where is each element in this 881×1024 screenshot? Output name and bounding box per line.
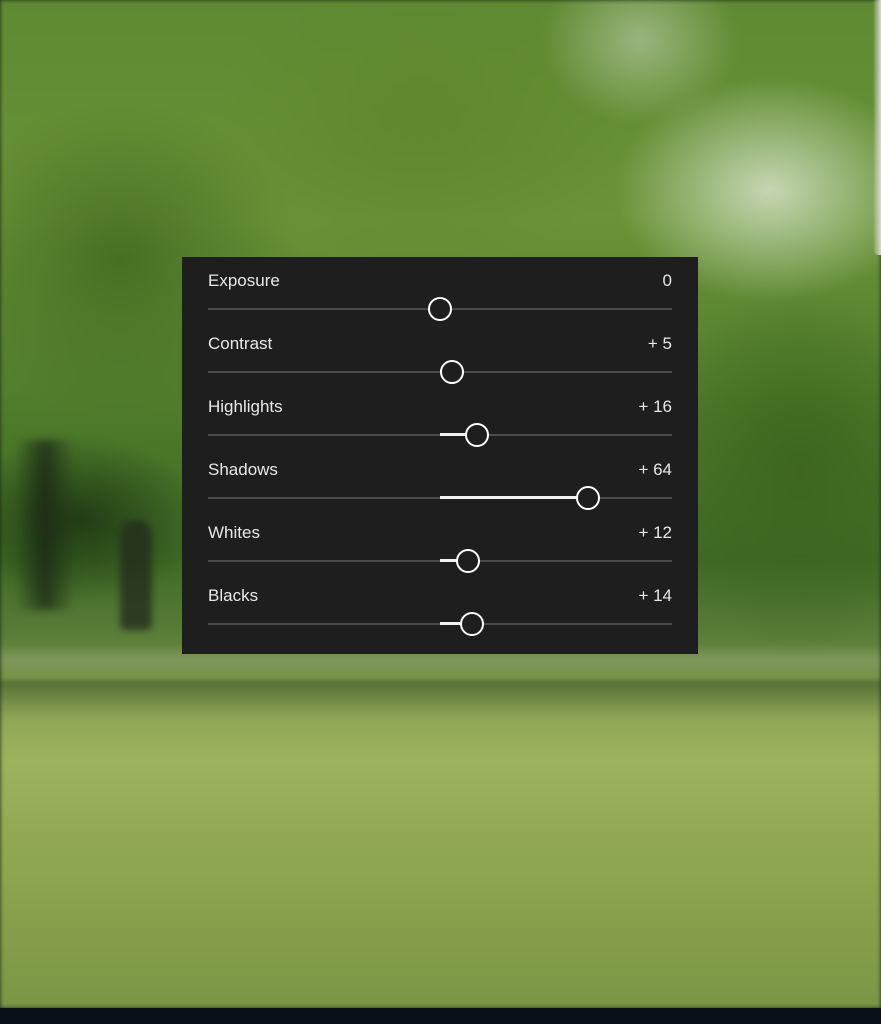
- slider-row-shadows: Shadows + 64: [208, 446, 672, 510]
- slider-value: + 14: [638, 586, 672, 605]
- bottom-bar: [0, 1008, 881, 1024]
- light-adjustment-panel: Exposure 0 Contrast + 5 Highlights + 16 …: [182, 257, 698, 654]
- slider-knob[interactable]: [576, 486, 601, 510]
- slider-row-blacks: Blacks + 14: [208, 572, 672, 636]
- slider-row-exposure: Exposure 0: [208, 257, 672, 321]
- slider-value: + 16: [638, 397, 672, 416]
- slider-knob[interactable]: [460, 612, 485, 636]
- tree-trunk: [15, 440, 75, 610]
- slider-label: Blacks: [208, 586, 259, 605]
- slider-row-highlights: Highlights + 16: [208, 383, 672, 447]
- slider-row-whites: Whites + 12: [208, 509, 672, 573]
- slider-value: + 12: [638, 523, 672, 542]
- slider-label: Whites: [208, 523, 260, 542]
- slider-label: Shadows: [208, 460, 278, 479]
- slider-label: Highlights: [208, 397, 283, 416]
- slider-label: Contrast: [208, 334, 273, 353]
- slider-value: 0: [662, 271, 672, 290]
- blurred-person: [120, 520, 152, 630]
- slider-label: Exposure: [208, 271, 280, 290]
- slider-fill: [440, 496, 589, 499]
- slider-value: + 64: [638, 460, 672, 479]
- slider-knob[interactable]: [428, 297, 452, 321]
- slider-knob[interactable]: [455, 549, 480, 573]
- edge-scroll-handle[interactable]: [873, 0, 881, 255]
- slider-knob[interactable]: [439, 360, 464, 384]
- slider-value: + 5: [647, 334, 672, 353]
- slider-row-contrast: Contrast + 5: [208, 320, 672, 384]
- lawn-edge: [0, 680, 881, 720]
- slider-knob[interactable]: [465, 423, 490, 447]
